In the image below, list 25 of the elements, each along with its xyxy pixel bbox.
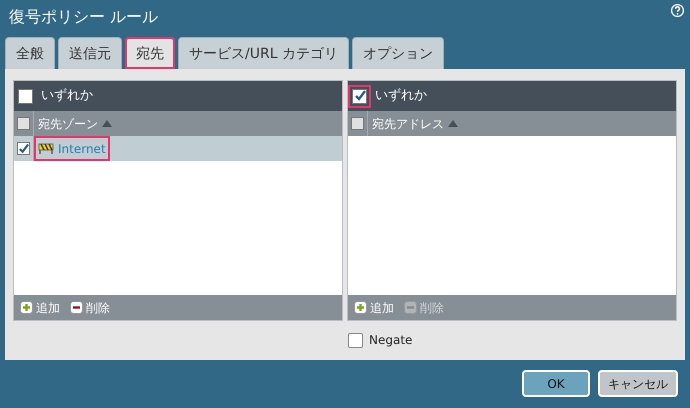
window-title: 復号ポリシー ルール (8, 6, 160, 28)
any-checkbox[interactable] (348, 84, 371, 108)
select-all-checkbox[interactable] (17, 117, 30, 130)
minus-icon (404, 301, 417, 314)
cancel-button[interactable]: キャンセル (598, 370, 678, 397)
checkmark-icon (354, 90, 366, 102)
tab[interactable]: 宛先 (125, 37, 175, 69)
tab[interactable]: 全般 (5, 37, 55, 69)
tab[interactable]: オプション (352, 37, 444, 69)
negate-label: Negate (369, 332, 412, 349)
plus-icon (354, 301, 367, 314)
any-label: いずれか (375, 87, 427, 106)
ok-button[interactable]: OK (522, 370, 590, 397)
barrier-icon (38, 142, 54, 155)
negate-checkbox[interactable] (348, 332, 363, 348)
sort-icon (448, 120, 458, 127)
tab[interactable]: 送信元 (58, 37, 122, 69)
any-label: いずれか (41, 87, 93, 106)
sort-icon (102, 120, 112, 127)
help-icon[interactable] (670, 3, 685, 18)
row-checkbox[interactable] (17, 142, 30, 155)
select-all-checkbox[interactable] (351, 117, 364, 130)
minus-icon (70, 301, 83, 314)
tab[interactable]: サービス/URL カテゴリ (178, 37, 349, 69)
plus-icon (20, 301, 33, 314)
